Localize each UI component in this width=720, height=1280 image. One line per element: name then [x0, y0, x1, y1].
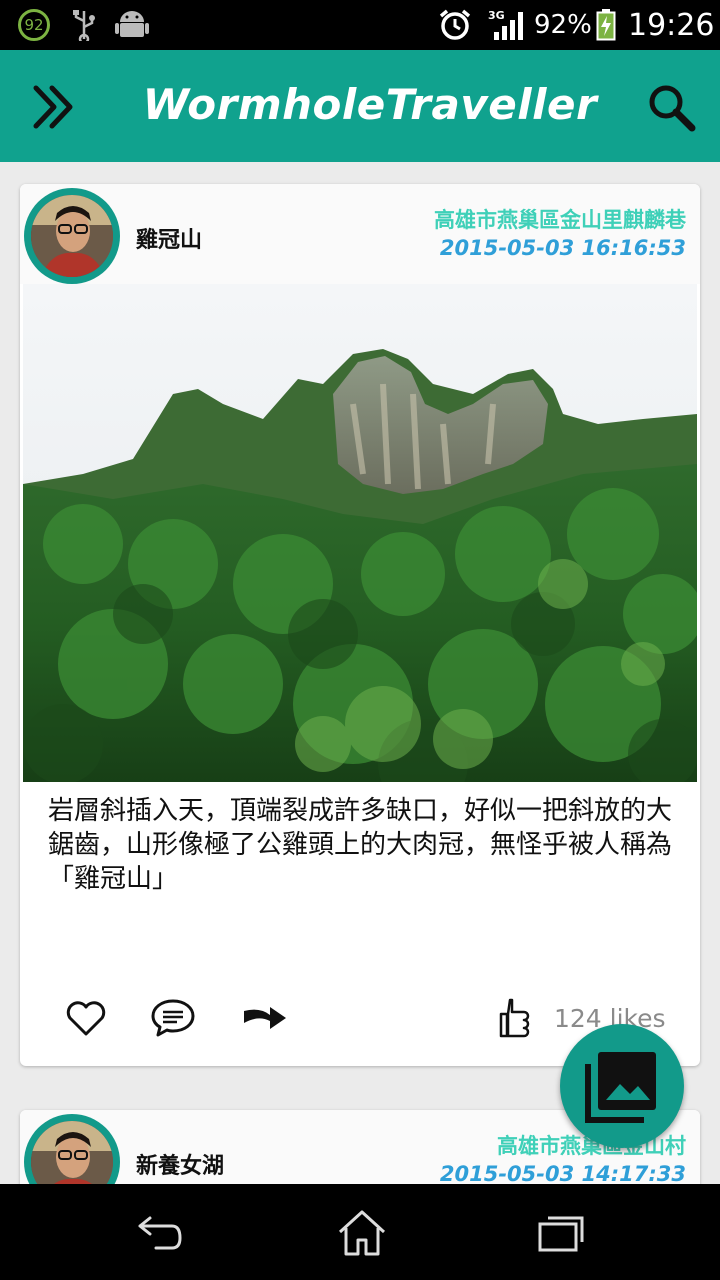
recent-apps-icon: [538, 1216, 584, 1252]
post-header: 雞冠山 高雄市燕巢區金山里麒麟巷 2015-05-03 16:16:53: [20, 184, 700, 284]
avatar-photo: [31, 195, 113, 277]
comment-icon: [151, 999, 195, 1037]
post-name: 新養女湖: [136, 1154, 225, 1179]
notification-badge: 92: [18, 9, 50, 41]
search-icon: [649, 85, 696, 132]
search-button[interactable]: [646, 82, 698, 134]
comment-button[interactable]: [150, 996, 196, 1040]
share-button[interactable]: [242, 996, 288, 1040]
usb-icon: [72, 0, 96, 50]
back-button[interactable]: [134, 1208, 190, 1258]
system-nav-bar: [0, 1184, 720, 1280]
heart-icon: [66, 1001, 106, 1036]
photo-library-icon: [585, 1052, 656, 1123]
battery-charging-icon: [596, 0, 616, 50]
app-bar: WormholeTraveller: [0, 50, 720, 162]
share-icon: [244, 1007, 286, 1029]
signal-icon: 3G: [488, 0, 526, 50]
signal-type: 3G: [488, 9, 505, 22]
app-title: WormholeTraveller: [142, 80, 598, 129]
post-card[interactable]: 雞冠山 高雄市燕巢區金山里麒麟巷 2015-05-03 16:16:53 岩層斜…: [20, 184, 700, 1066]
back-icon: [138, 1216, 182, 1250]
clock: 19:26: [628, 7, 715, 43]
notification-badge-icon: 92: [18, 0, 50, 50]
post-timestamp: 2015-05-03 16:16:53: [439, 236, 686, 260]
home-icon: [338, 1210, 386, 1256]
post-photo[interactable]: [23, 284, 697, 782]
avatar[interactable]: [24, 188, 120, 284]
android-icon: [115, 0, 149, 50]
post-name: 雞冠山: [136, 228, 203, 253]
alarm-icon: [438, 0, 472, 50]
home-button[interactable]: [334, 1208, 390, 1258]
battery-percent: 92%: [534, 10, 592, 40]
thumbs-up-icon: [498, 996, 530, 1040]
status-bar: 92 3G 92% 19:26: [0, 0, 720, 50]
like-button[interactable]: [64, 996, 108, 1040]
recent-apps-button[interactable]: [534, 1208, 590, 1258]
post-text: 岩層斜插入天，頂端裂成許多缺口，好似一把斜放的大鋸齒，山形像極了公雞頭上的大肉冠…: [48, 796, 673, 894]
post-location[interactable]: 高雄市燕巢區金山里麒麟巷: [434, 204, 686, 234]
post-timestamp: 2015-05-03 14:17:33: [439, 1162, 686, 1186]
gallery-fab[interactable]: [560, 1024, 684, 1148]
